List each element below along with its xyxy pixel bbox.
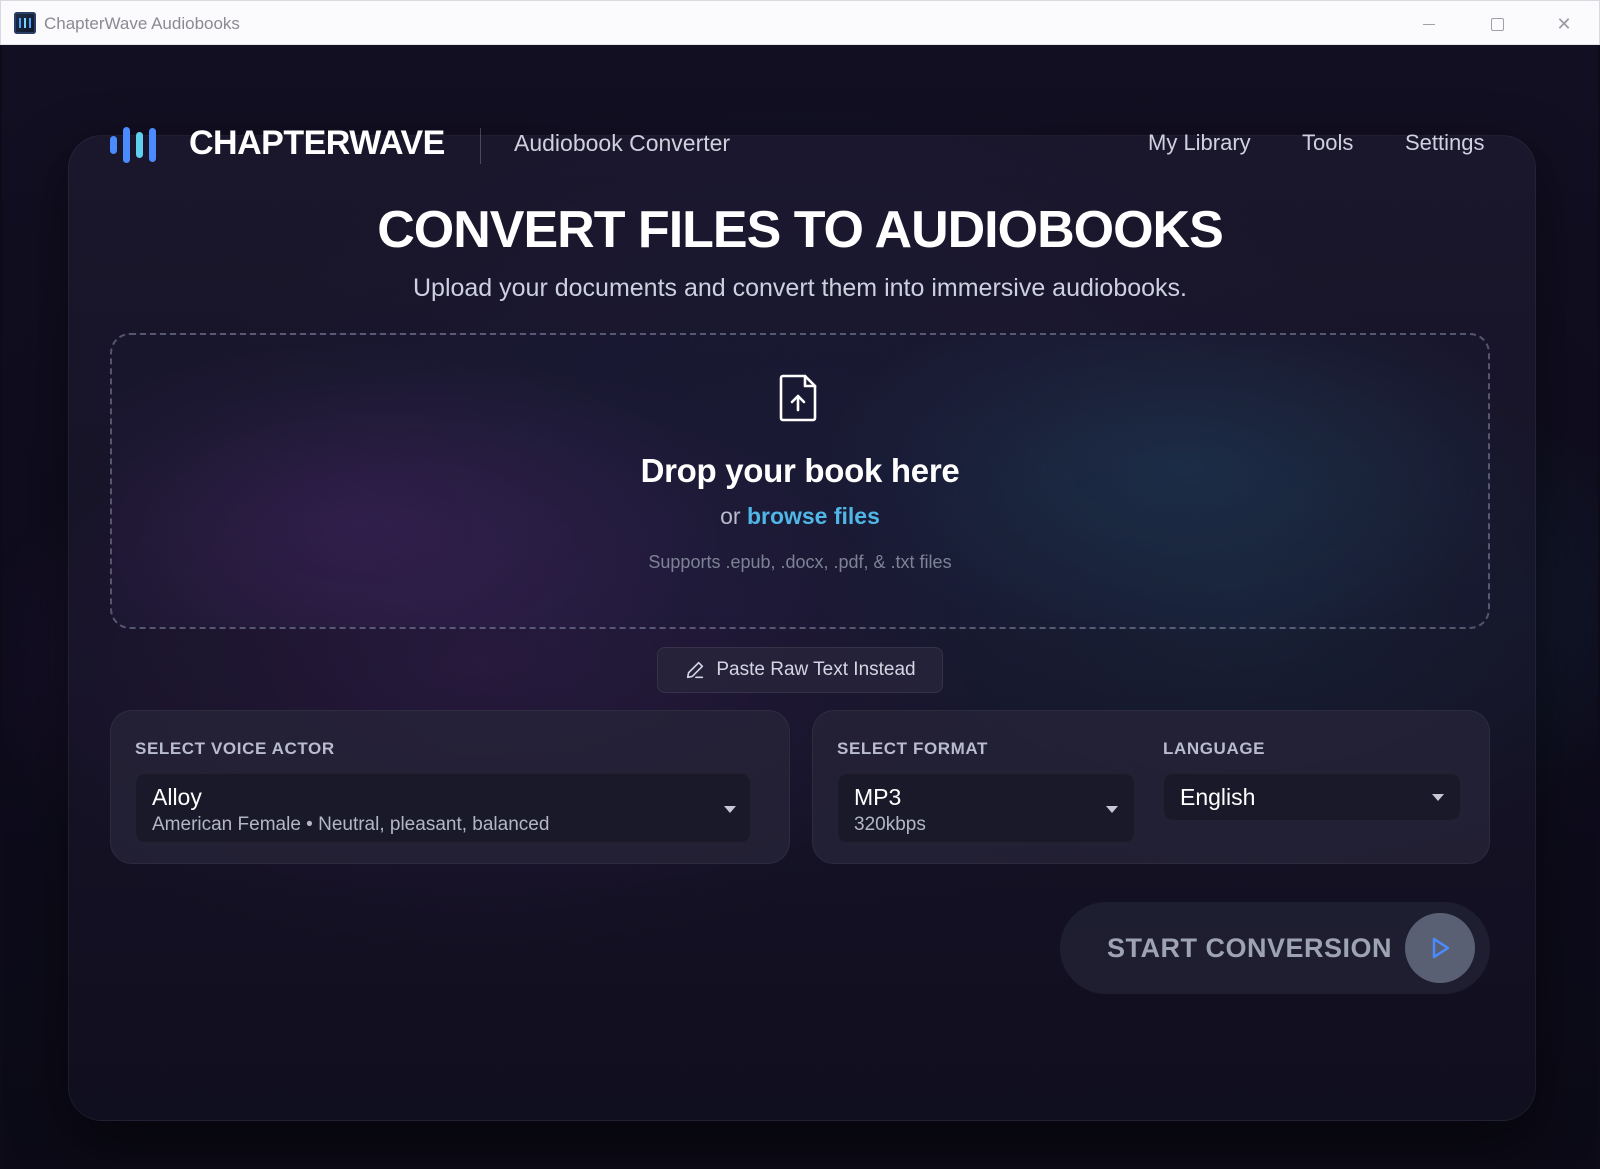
or-text: or <box>720 503 741 529</box>
header-divider <box>480 128 481 164</box>
play-button-circle <box>1405 913 1475 983</box>
page-title: CONVERT FILES TO AUDIOBOOKS <box>377 201 1224 259</box>
paste-button-label: Paste Raw Text Instead <box>716 659 916 680</box>
nav-my-library[interactable]: My Library <box>1148 130 1251 156</box>
start-conversion-button[interactable]: START CONVERSION <box>1060 902 1490 994</box>
brand-subtitle: Audiobook Converter <box>514 130 731 156</box>
brand-name: CHAPTERWAVE <box>189 124 445 162</box>
chevron-down-icon <box>1432 794 1444 801</box>
language-value: English <box>1180 784 1256 810</box>
close-icon[interactable]: ✕ <box>1542 9 1586 39</box>
pencil-icon <box>687 661 704 679</box>
app-icon <box>14 12 36 34</box>
language-label: LANGUAGE <box>1163 739 1266 758</box>
window-title: ChapterWave Audiobooks <box>44 14 240 33</box>
start-conversion-label: START CONVERSION <box>1107 933 1393 963</box>
paste-raw-text-button[interactable]: Paste Raw Text Instead <box>657 647 943 693</box>
minimize-icon[interactable] <box>1407 9 1451 39</box>
play-icon <box>1432 937 1450 959</box>
voice-description: American Female • Neutral, pleasant, bal… <box>152 814 550 835</box>
language-select[interactable]: English <box>1163 773 1461 821</box>
page-subtitle: Upload your documents and convert them i… <box>412 274 1187 302</box>
sound-wave-icon <box>110 127 156 163</box>
dropzone-browse-line: or browse files <box>0 503 1600 530</box>
format-language-panel: SELECT FORMAT MP3 320kbps LANGUAGE Engli… <box>812 710 1490 864</box>
voice-actor-label: SELECT VOICE ACTOR <box>135 739 335 758</box>
voice-actor-panel: SELECT VOICE ACTOR Alloy American Female… <box>110 710 790 864</box>
supported-formats-text: Supports .epub, .docx, .pdf, & .txt file… <box>648 552 952 572</box>
dropzone-title: Drop your book here <box>640 452 960 489</box>
file-upload-icon <box>779 374 817 422</box>
window-titlebar: ChapterWave Audiobooks ✕ <box>0 0 1600 45</box>
browse-files-link[interactable]: browse files <box>747 503 880 529</box>
voice-actor-select[interactable]: Alloy American Female • Neutral, pleasan… <box>135 773 751 843</box>
format-bitrate: 320kbps <box>854 814 926 835</box>
chevron-down-icon <box>724 806 736 813</box>
maximize-icon[interactable] <box>1475 9 1519 39</box>
format-select[interactable]: MP3 320kbps <box>837 773 1135 843</box>
format-label: SELECT FORMAT <box>837 739 989 758</box>
nav-settings[interactable]: Settings <box>1405 130 1485 156</box>
voice-name: Alloy <box>152 784 202 810</box>
nav-tools[interactable]: Tools <box>1302 130 1353 156</box>
chevron-down-icon <box>1106 806 1118 813</box>
format-value: MP3 <box>854 784 902 810</box>
